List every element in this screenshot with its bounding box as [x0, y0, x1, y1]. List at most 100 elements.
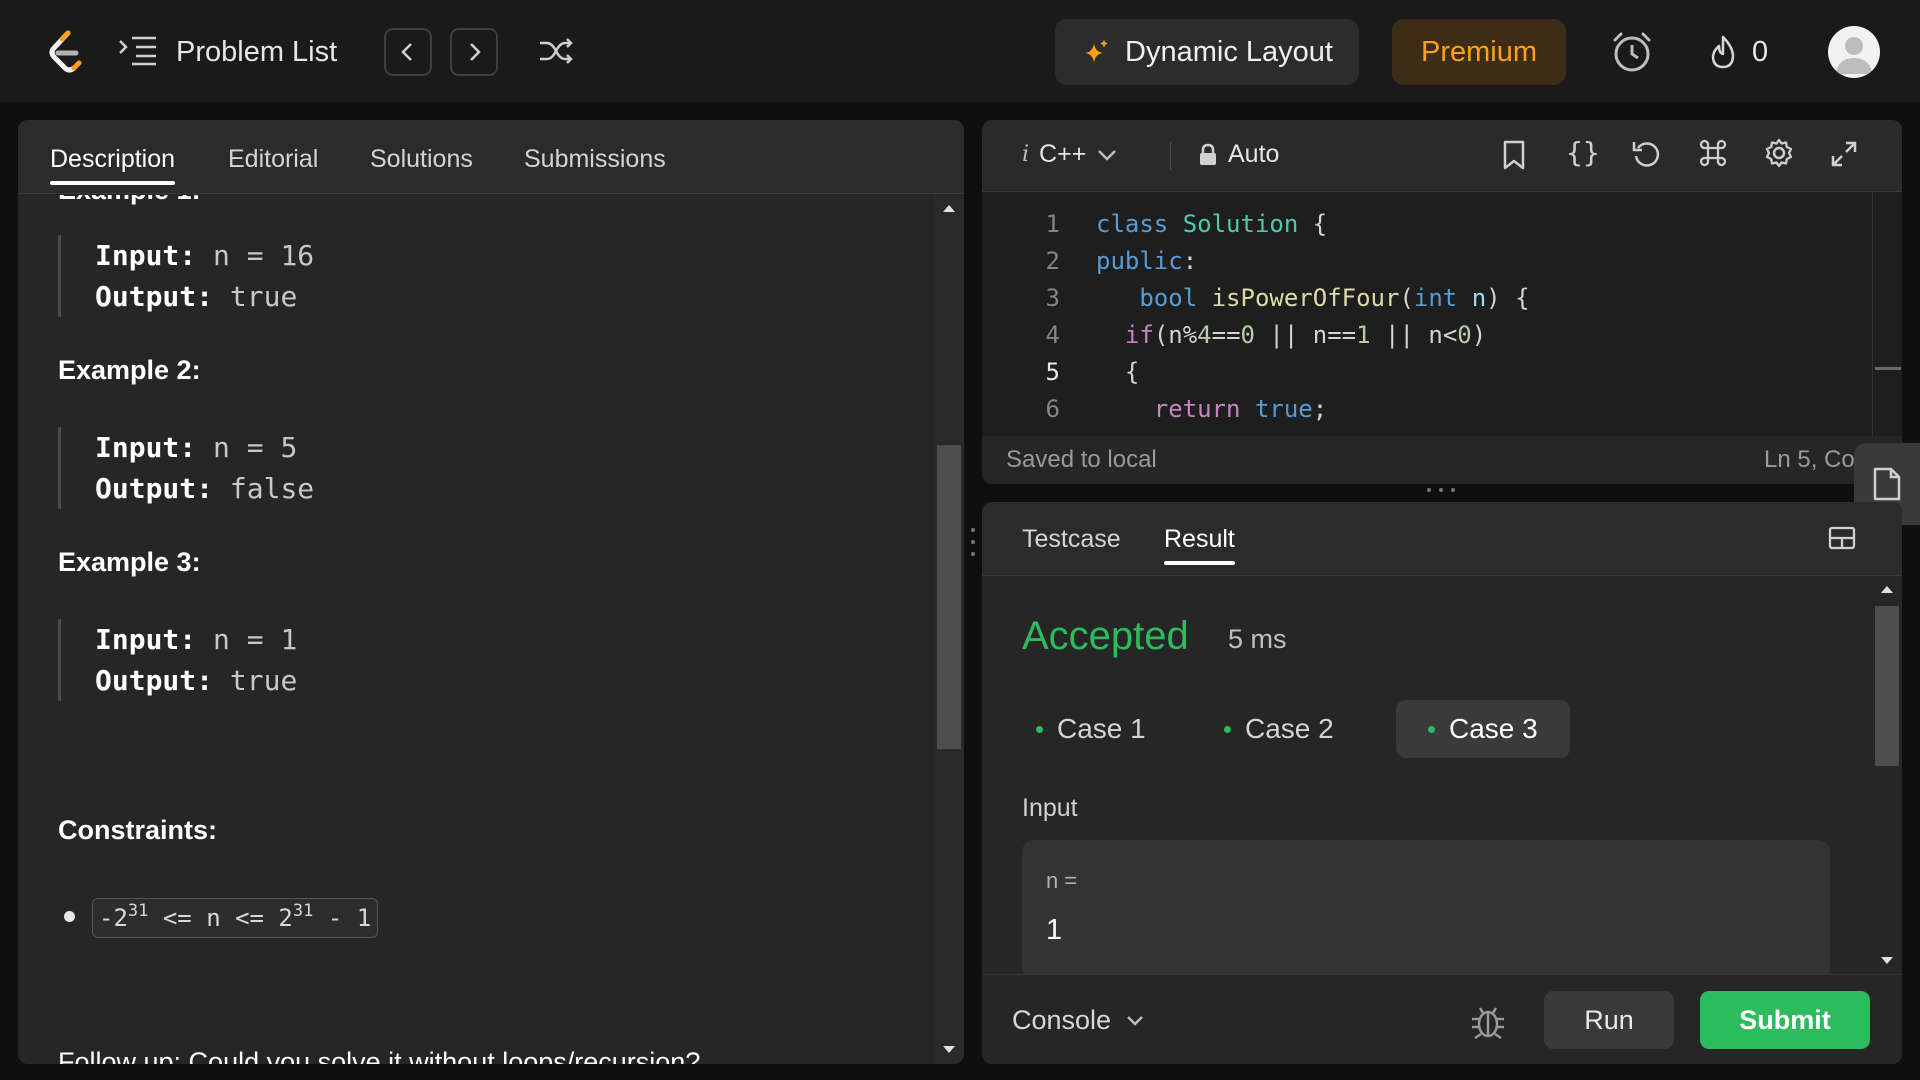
- gear-icon[interactable]: [1764, 138, 1794, 168]
- submit-button[interactable]: Submit: [1700, 991, 1870, 1049]
- constraint-bullet: [64, 911, 75, 922]
- chevron-down-icon: [1127, 1015, 1143, 1026]
- console-label: Console: [1012, 1005, 1112, 1035]
- tab-editorial[interactable]: Editorial: [228, 144, 318, 174]
- description-scroll-thumb[interactable]: [937, 445, 961, 749]
- example-2-output-label: Output:: [95, 472, 214, 505]
- next-problem-button[interactable]: [450, 28, 498, 76]
- input-label: Input: [1022, 794, 1078, 822]
- bug-icon[interactable]: [1468, 1001, 1508, 1041]
- example-1-input-value: n = 16: [213, 239, 315, 272]
- verdict-status: Accepted: [1022, 614, 1189, 658]
- example-3-output-label: Output:: [95, 664, 214, 697]
- tab-result[interactable]: Result: [1164, 524, 1235, 565]
- auto-mode-label: Auto: [1228, 140, 1280, 168]
- example-2-input-value: n = 5: [213, 431, 298, 464]
- follow-up-text: Follow up: Could you solve it without lo…: [58, 1047, 701, 1064]
- constraints-heading: Constraints:: [58, 815, 218, 845]
- scroll-down-arrow[interactable]: [1880, 956, 1894, 966]
- leetcode-logo[interactable]: [44, 28, 88, 76]
- info-icon: i: [1022, 142, 1030, 167]
- list-icon[interactable]: [118, 34, 158, 68]
- description-tabs: Description Editorial Solutions Submissi…: [18, 120, 964, 194]
- case-label: Case 3: [1449, 713, 1538, 744]
- runtime-value: 5 ms: [1228, 624, 1287, 654]
- example-2-block: Input: n = 5 Output: false: [58, 427, 858, 509]
- editor-status-bar: Saved to local Ln 5, Co: [982, 436, 1902, 484]
- tab-submissions[interactable]: Submissions: [524, 144, 666, 174]
- result-scrollbar[interactable]: [1872, 576, 1902, 976]
- editor-scrollbar[interactable]: [1872, 192, 1902, 436]
- case-1-tab[interactable]: Case 1: [1004, 700, 1178, 758]
- case-label: Case 1: [1057, 713, 1146, 744]
- line-number: 3: [1045, 284, 1060, 312]
- scroll-up-arrow[interactable]: [1880, 584, 1894, 594]
- line-number: 5: [1045, 358, 1060, 386]
- line-number: 6: [1045, 395, 1060, 423]
- horizontal-resize-handle[interactable]: [1424, 486, 1458, 494]
- scroll-up-arrow[interactable]: [942, 203, 956, 213]
- example-2-output-value: false: [229, 472, 315, 505]
- dynamic-layout-button[interactable]: Dynamic Layout: [1055, 19, 1359, 85]
- problem-list-link[interactable]: Problem List: [176, 33, 337, 71]
- top-navigation-bar: Problem List Dynamic Layout Premium 0: [0, 0, 1920, 102]
- console-toggle[interactable]: Console: [1012, 1005, 1145, 1036]
- example-1-output-label: Output:: [95, 280, 214, 313]
- pass-dot: [1036, 725, 1043, 733]
- chevron-left-icon: [401, 43, 412, 61]
- example-3-output-value: true: [229, 664, 298, 697]
- avatar[interactable]: [1828, 26, 1880, 78]
- example-3-input-value: n = 1: [213, 623, 298, 656]
- alarm-icon[interactable]: [1608, 28, 1656, 76]
- run-button[interactable]: Run: [1544, 991, 1674, 1049]
- streak-counter[interactable]: 0: [1708, 30, 1768, 74]
- code-editor-panel: i C++ Auto {} 1 class Solution { 2 public:…: [982, 120, 1902, 484]
- braces-icon[interactable]: {}: [1566, 136, 1600, 169]
- example-2-input-label: Input:: [95, 431, 197, 464]
- case-label: Case 2: [1245, 713, 1334, 744]
- test-result-panel: Testcase Result Accepted 5 ms Case 1 Cas…: [982, 502, 1902, 1064]
- constraint-base: -2: [99, 904, 128, 932]
- language-selector[interactable]: i C++: [1022, 140, 1118, 169]
- example-1-heading: Example 1:: [58, 195, 201, 206]
- previous-problem-button[interactable]: [384, 28, 432, 76]
- sparkle-icon: [1085, 39, 1109, 63]
- example-2-heading: Example 2:: [58, 355, 201, 385]
- line-number: 1: [1045, 210, 1060, 238]
- flame-icon: [1711, 35, 1735, 69]
- tab-testcase[interactable]: Testcase: [1022, 524, 1121, 554]
- example-1-input-label: Input:: [95, 239, 197, 272]
- layout-icon[interactable]: [1828, 526, 1856, 550]
- constraint-middle: <= n <= 2: [148, 904, 293, 932]
- scroll-down-arrow[interactable]: [942, 1045, 956, 1055]
- premium-button[interactable]: Premium: [1392, 19, 1566, 85]
- pass-dot: [1428, 725, 1435, 733]
- example-1-output-value: true: [229, 280, 298, 313]
- description-scrollbar[interactable]: [934, 195, 964, 1064]
- example-3-heading: Example 3:: [58, 547, 201, 577]
- language-label: C++: [1039, 140, 1087, 168]
- bookmark-icon[interactable]: [1502, 140, 1526, 170]
- line-number: 2: [1045, 247, 1060, 275]
- auto-mode-toggle[interactable]: Auto: [1198, 140, 1279, 169]
- input-value: 1: [1046, 914, 1063, 946]
- input-variable: n =: [1046, 868, 1078, 893]
- result-scroll-thumb[interactable]: [1875, 606, 1899, 766]
- command-icon[interactable]: [1698, 138, 1728, 168]
- code-area[interactable]: 1 class Solution { 2 public: 3 bool isPowe…: [982, 192, 1872, 434]
- constraint-tail: - 1: [313, 904, 372, 932]
- editor-toolbar: i C++ Auto {}: [982, 120, 1902, 192]
- tab-solutions[interactable]: Solutions: [370, 144, 473, 174]
- reset-icon[interactable]: [1632, 138, 1662, 170]
- vertical-resize-handle[interactable]: [969, 525, 977, 559]
- action-bar: Console Run Submit: [982, 974, 1902, 1064]
- case-3-tab[interactable]: Case 3: [1396, 700, 1570, 758]
- shuffle-icon[interactable]: [536, 30, 576, 72]
- result-tabs: Testcase Result: [982, 502, 1902, 576]
- expand-icon[interactable]: [1830, 140, 1858, 168]
- constraint-exponent: 31: [292, 901, 314, 921]
- tab-description[interactable]: Description: [50, 144, 176, 185]
- constraint-code: -2 31 <= n <= 2 31 - 1: [92, 898, 379, 938]
- case-2-tab[interactable]: Case 2: [1192, 700, 1366, 758]
- example-1-block: Input: n = 16 Output: true: [58, 235, 858, 317]
